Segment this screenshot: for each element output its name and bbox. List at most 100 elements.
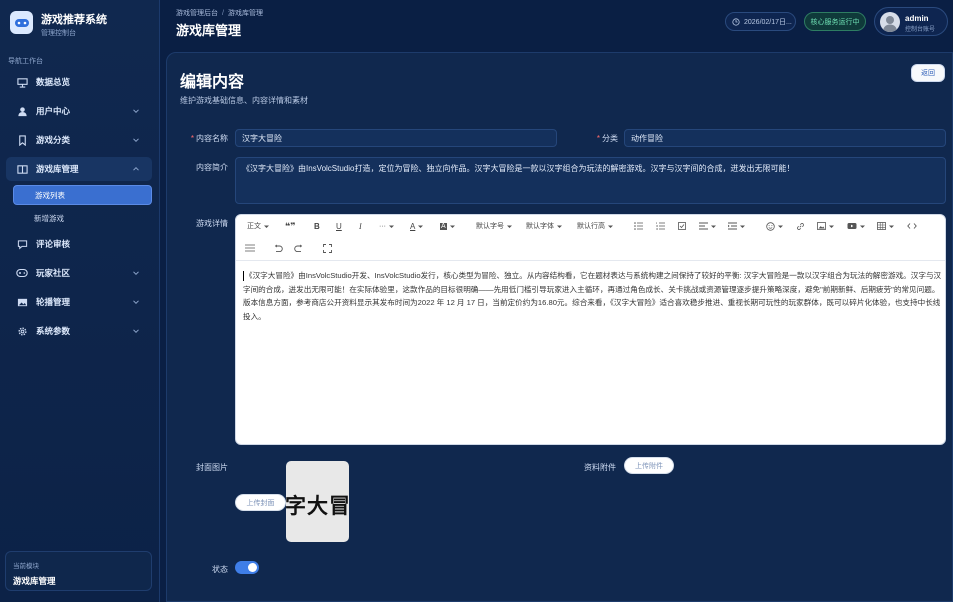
undo-icon[interactable]: [273, 242, 283, 254]
sidebar-item-dashboard[interactable]: 数据总览: [6, 70, 152, 94]
intro-textarea[interactable]: 《汉字大冒险》由InsVolcStudio打造，定位为冒险、独立向作品。汉字大冒…: [235, 157, 946, 204]
image-icon: [817, 222, 826, 230]
presentation-icon: [16, 76, 28, 88]
chevron-down-icon: [133, 138, 139, 143]
table-icon: [877, 222, 886, 230]
sidebar-item-users[interactable]: 用户中心: [6, 99, 152, 123]
category-select[interactable]: 动作冒险: [624, 129, 946, 147]
user-icon: [16, 105, 28, 117]
status-label: 状态: [212, 565, 228, 574]
todo-checkbox-icon[interactable]: [678, 220, 686, 232]
name-input[interactable]: 汉字大冒险: [235, 129, 557, 147]
underline-button[interactable]: U: [336, 220, 342, 232]
chevron-down-icon: [133, 300, 139, 305]
intro-label: 内容简介: [196, 163, 228, 172]
bold-button[interactable]: B: [314, 220, 320, 232]
sidebar-subitem-game-list[interactable]: 游戏列表: [13, 185, 152, 205]
user-menu[interactable]: admin 控制台账号: [874, 7, 948, 36]
bulleted-list-icon[interactable]: [634, 220, 643, 232]
sidebar-item-label: 游戏库管理: [36, 164, 79, 174]
sidebar-item-comments[interactable]: 评论审核: [6, 232, 152, 256]
font-color-dropdown[interactable]: A: [410, 220, 424, 232]
date-text: 2026/02/17日...: [744, 18, 792, 26]
user-name: admin: [905, 14, 929, 23]
editor-content[interactable]: 《汉字大冒险》由InsVolcStudio开发、InsVolcStudio发行，…: [243, 269, 943, 323]
numbered-list-icon[interactable]: [656, 220, 665, 232]
insert-video-dropdown[interactable]: [847, 220, 866, 232]
nav-header: 导航工作台: [8, 58, 43, 65]
background-color-dropdown[interactable]: A: [440, 220, 456, 232]
caret-down-icon: [860, 225, 865, 228]
gamepad-logo-icon: [14, 18, 29, 27]
user-role: 控制台账号: [905, 27, 936, 33]
redo-icon[interactable]: [294, 242, 304, 254]
form-subtitle: 维护游戏基础信息、内容详情和素材: [180, 96, 308, 105]
bookmark-icon: [16, 134, 28, 146]
chevron-down-icon: [133, 329, 139, 334]
fullscreen-icon[interactable]: [323, 242, 332, 254]
font-size-dropdown[interactable]: 默认字号: [476, 220, 513, 232]
breadcrumb-current: 游戏库管理: [227, 10, 263, 17]
caret-down-icon: [264, 225, 269, 228]
caret-down-icon: [418, 225, 424, 228]
clock-icon: [732, 17, 740, 26]
sidebar-item-settings[interactable]: 系统参数: [6, 319, 152, 343]
caret-down-icon: [389, 225, 394, 228]
caret-down-icon: [829, 225, 834, 228]
divider-icon[interactable]: [245, 242, 255, 254]
line-height-dropdown[interactable]: 默认行高: [577, 220, 614, 232]
link-icon[interactable]: [796, 220, 805, 232]
back-button[interactable]: 返回: [911, 64, 945, 82]
page-title: 游戏库管理: [176, 23, 242, 38]
sidebar-subitem-add-game[interactable]: 新增游戏: [13, 208, 152, 228]
sidebar-item-game-library[interactable]: 游戏库管理: [6, 157, 152, 181]
paragraph-style-dropdown[interactable]: 正文: [247, 220, 270, 232]
caret-down-icon: [449, 225, 455, 228]
chevron-up-icon: [133, 166, 139, 171]
upload-attachment-button[interactable]: 上传附件: [624, 457, 674, 474]
sidebar-item-categories[interactable]: 游戏分类: [6, 128, 152, 152]
sidebar-item-carousel[interactable]: 轮播管理: [6, 290, 152, 314]
align-dropdown[interactable]: [699, 220, 717, 232]
cover-image[interactable]: 字大冒: [286, 461, 349, 542]
quote-button[interactable]: ❝❞: [285, 220, 296, 232]
current-module-value: 游戏库管理: [13, 576, 56, 586]
breadcrumb: 游戏管理后台 / 游戏库管理: [176, 10, 263, 17]
chevron-down-icon: [133, 109, 139, 114]
more-styles-dropdown[interactable]: ···: [379, 220, 395, 232]
sidebar-item-label: 玩家社区: [36, 268, 71, 278]
category-value: 动作冒险: [631, 133, 663, 143]
video-icon: [847, 223, 857, 229]
editor-toolbar: 正文 ❝❞ B U I ··· A A 默认字号 默认字体 默认行高: [236, 215, 945, 261]
gamepad-icon: [16, 267, 28, 279]
insert-table-dropdown[interactable]: [877, 220, 895, 232]
sidebar-item-label: 系统参数: [36, 326, 71, 336]
sidebar-item-community[interactable]: 玩家社区: [6, 261, 152, 285]
caret-down-icon: [711, 225, 716, 228]
indent-dropdown[interactable]: [728, 220, 746, 232]
insert-image-dropdown[interactable]: [817, 220, 835, 232]
attachment-label: 资料附件: [584, 463, 616, 472]
font-family-dropdown[interactable]: 默认字体: [526, 220, 563, 232]
code-icon[interactable]: [907, 220, 917, 232]
caret-down-icon: [608, 225, 613, 228]
caret-down-icon: [778, 225, 783, 228]
cover-label: 封面图片: [196, 463, 228, 472]
caret-down-icon: [507, 225, 512, 228]
toggle-knob: [248, 563, 257, 572]
image-icon: [16, 296, 28, 308]
app-subtitle: 管理控制台: [41, 30, 76, 37]
date-display: 2026/02/17日...: [725, 12, 796, 31]
sidebar: 游戏推荐系统 管理控制台 导航工作台 数据总览 用户中心 游戏分类 游戏库管理 …: [0, 0, 160, 602]
gear-icon: [16, 325, 28, 337]
sidebar-item-label: 评论审核: [36, 239, 71, 249]
chevron-down-icon: [133, 271, 139, 276]
emoji-dropdown[interactable]: [766, 220, 784, 232]
sidebar-item-label: 用户中心: [36, 106, 71, 116]
italic-button[interactable]: I: [359, 220, 362, 232]
status-toggle[interactable]: [235, 561, 259, 574]
indent-icon: [728, 222, 737, 230]
breadcrumb-root[interactable]: 游戏管理后台: [176, 10, 218, 17]
app-title: 游戏推荐系统: [41, 14, 107, 26]
upload-cover-button[interactable]: 上传封面: [235, 494, 286, 511]
